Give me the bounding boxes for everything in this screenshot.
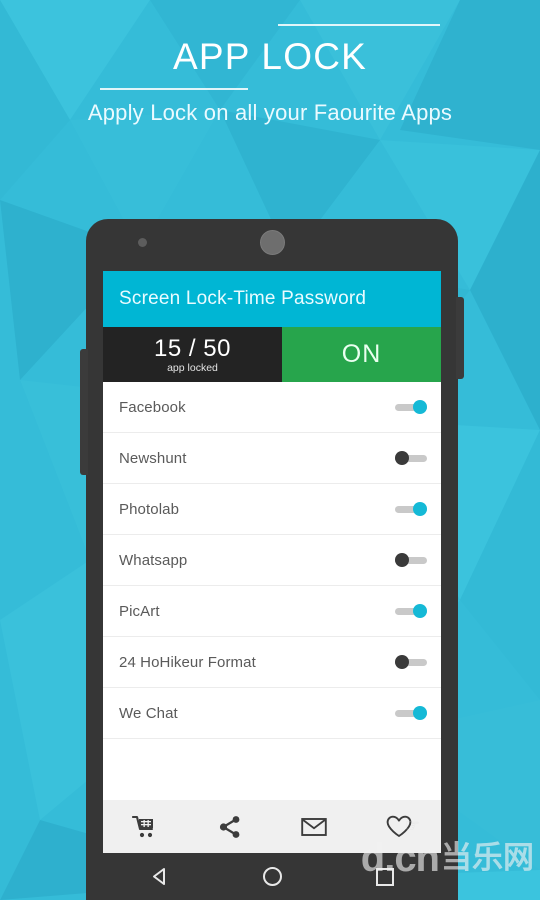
- envelope-icon: [301, 817, 328, 836]
- toggle-knob: [395, 451, 409, 465]
- toggle-knob: [413, 502, 427, 516]
- android-nav-bar: [103, 853, 441, 900]
- heart-icon: [386, 815, 412, 837]
- app-name: Newshunt: [119, 449, 187, 467]
- list-item[interactable]: 24 HoHikeur Format: [103, 637, 441, 688]
- power-button[interactable]: [456, 297, 464, 379]
- locked-count-panel: 15 / 50 app locked: [103, 327, 282, 382]
- sensor-dot-icon: [138, 238, 147, 247]
- volume-rocker-button[interactable]: [80, 349, 88, 475]
- app-name: Whatsapp: [119, 551, 188, 569]
- list-item[interactable]: We Chat: [103, 688, 441, 739]
- recents-square-icon: [375, 867, 394, 886]
- app-name: PicArt: [119, 602, 160, 620]
- toolbar-button-cart[interactable]: [103, 815, 188, 839]
- toggle-knob: [413, 400, 427, 414]
- promo-header: APP LOCK Apply Lock on all your Faourite…: [0, 0, 540, 160]
- locked-count: 15 / 50: [154, 335, 231, 362]
- app-name: Photolab: [119, 500, 180, 518]
- list-item[interactable]: Whatsapp: [103, 535, 441, 586]
- toggle-knob: [395, 655, 409, 669]
- toggle-knob: [395, 553, 409, 567]
- master-toggle-label: ON: [341, 340, 382, 368]
- list-item[interactable]: Facebook: [103, 382, 441, 433]
- list-item[interactable]: PicArt: [103, 586, 441, 637]
- bottom-toolbar: [103, 800, 441, 853]
- app-lock-toggle[interactable]: [395, 553, 427, 567]
- toggle-knob: [413, 706, 427, 720]
- toolbar-button-mail[interactable]: [272, 817, 357, 837]
- share-icon: [219, 815, 240, 838]
- locked-count-caption: app locked: [167, 362, 218, 374]
- back-triangle-icon: [152, 868, 165, 885]
- nav-button-back[interactable]: [103, 866, 216, 887]
- title-rule-top: [278, 24, 440, 26]
- page-subtitle: Apply Lock on all your Faourite Apps: [87, 100, 453, 125]
- app-lock-toggle[interactable]: [395, 400, 427, 414]
- app-name: 24 HoHikeur Format: [119, 653, 256, 671]
- shopping-cart-icon: [132, 815, 154, 837]
- phone-mockup: Screen Lock-Time Password 15 / 50 app lo…: [80, 219, 464, 900]
- phone-screen: Screen Lock-Time Password 15 / 50 app lo…: [103, 271, 441, 853]
- app-bar-title: Screen Lock-Time Password: [119, 288, 367, 309]
- list-item[interactable]: Photolab: [103, 484, 441, 535]
- app-lock-toggle[interactable]: [395, 451, 427, 465]
- earpiece-speaker-icon: [260, 230, 285, 255]
- app-list: Facebook Newshunt Photolab Whatsapp PicA…: [103, 382, 441, 739]
- home-circle-icon: [262, 867, 282, 886]
- page-title: APP LOCK: [172, 36, 367, 77]
- app-lock-toggle[interactable]: [395, 502, 427, 516]
- master-toggle-button[interactable]: ON: [282, 327, 441, 382]
- list-item[interactable]: Newshunt: [103, 433, 441, 484]
- nav-button-home[interactable]: [216, 867, 329, 886]
- toolbar-button-share[interactable]: [188, 815, 273, 839]
- app-lock-toggle[interactable]: [395, 706, 427, 720]
- promo-screenshot: APP LOCK Apply Lock on all your Faourite…: [0, 0, 540, 900]
- nav-button-recents[interactable]: [328, 867, 441, 886]
- toolbar-button-favorite[interactable]: [357, 815, 442, 838]
- stats-row: 15 / 50 app locked ON: [103, 327, 441, 382]
- app-lock-toggle[interactable]: [395, 655, 427, 669]
- toggle-knob: [413, 604, 427, 618]
- app-bar: Screen Lock-Time Password: [103, 271, 441, 327]
- app-lock-toggle[interactable]: [395, 604, 427, 618]
- title-rule-bottom: [100, 88, 248, 90]
- app-name: Facebook: [119, 398, 186, 416]
- app-name: We Chat: [119, 704, 178, 722]
